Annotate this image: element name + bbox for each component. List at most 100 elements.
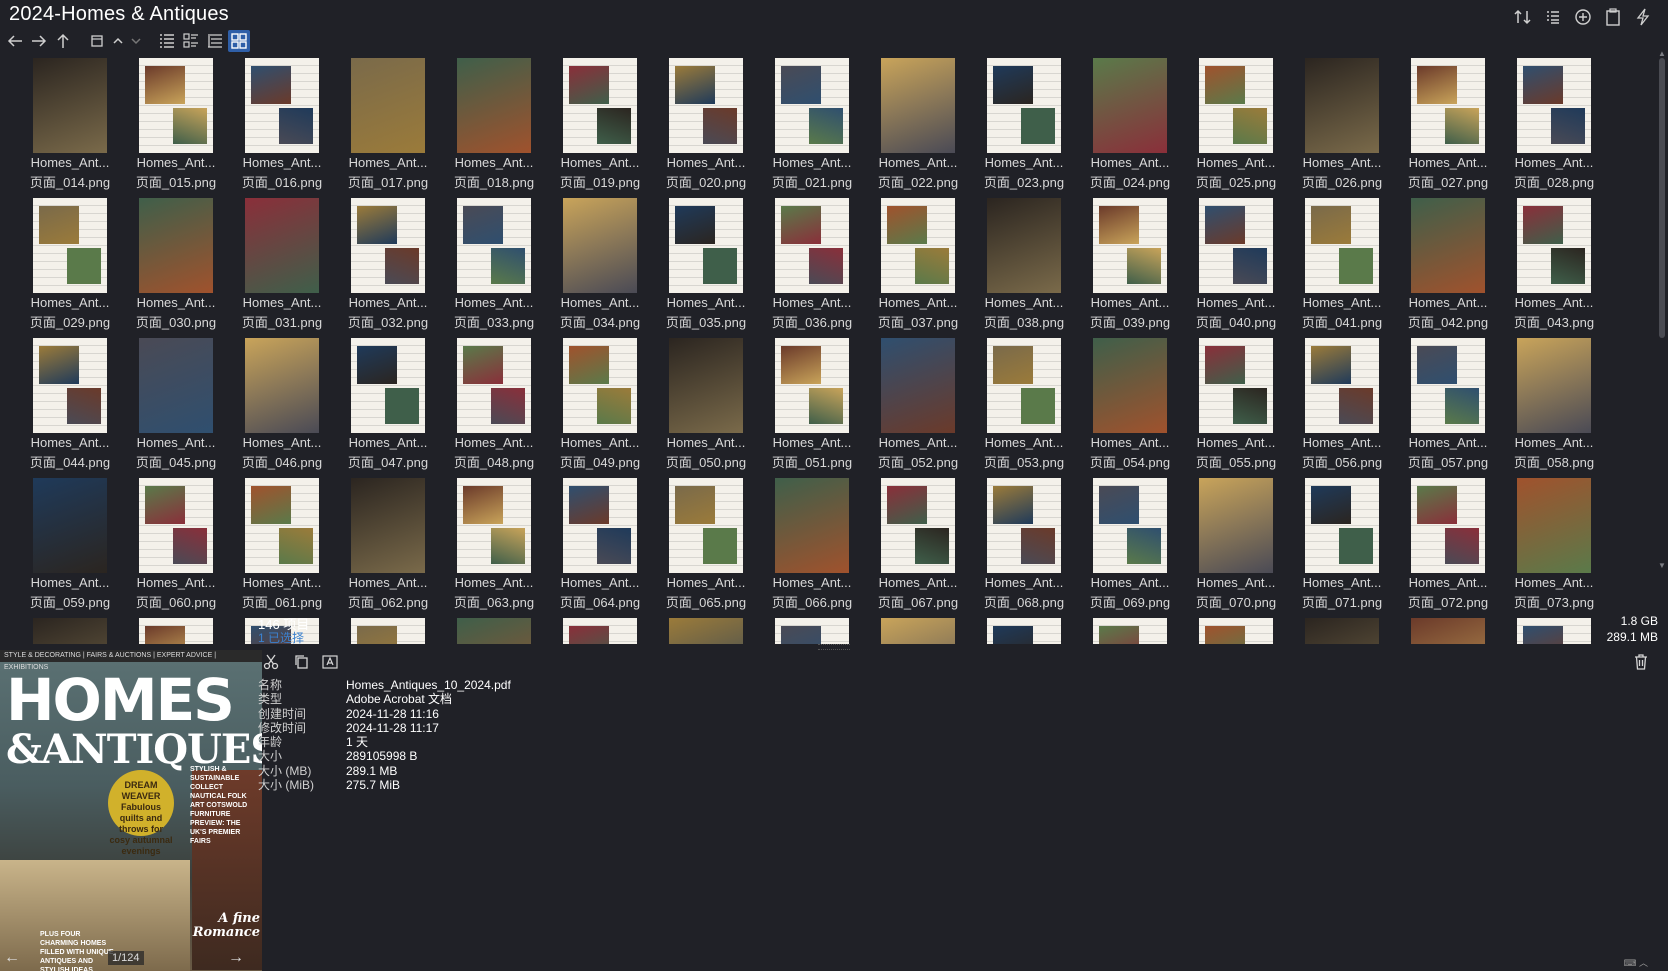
thumbnail-item[interactable]: Homes_Ant... 页面_064.png bbox=[547, 478, 653, 618]
thumbnail-item[interactable]: Homes_Ant... 页面_073.png bbox=[1501, 478, 1607, 618]
thumbnail-item[interactable]: Homes_Ant... 页面_036.png bbox=[759, 198, 865, 338]
thumbnail-item[interactable]: Homes_Ant... 页面_043.png bbox=[1501, 198, 1607, 338]
thumbnail-item[interactable]: Homes_Ant... 页面_060.png bbox=[123, 478, 229, 618]
thumbnail-filename: 页面_026.png bbox=[1301, 175, 1383, 190]
tree-view-icon[interactable] bbox=[204, 30, 226, 52]
thumbnail-item[interactable]: Homes_Ant... 页面_044.png bbox=[17, 338, 123, 478]
clipboard-icon[interactable] bbox=[1602, 6, 1624, 28]
property-label: 大小 (MiB) bbox=[258, 778, 314, 793]
thumbnail-item[interactable]: Homes_Ant... 页面_037.png bbox=[865, 198, 971, 338]
copy-icon[interactable] bbox=[290, 652, 312, 672]
sort-icon[interactable] bbox=[1512, 6, 1534, 28]
thumbnail-item[interactable]: Homes_Ant... 页面_028.png bbox=[1501, 58, 1607, 198]
scroll-up-icon[interactable]: ▲ bbox=[1658, 50, 1666, 58]
thumbnail-name: Homes_Ant... bbox=[30, 295, 110, 310]
chevron-up-icon[interactable] bbox=[110, 30, 126, 52]
thumbnail-item[interactable]: Homes_Ant... 页面_066.png bbox=[759, 478, 865, 618]
thumbnail-item[interactable]: Homes_Ant... 页面_035.png bbox=[653, 198, 759, 338]
selected-count[interactable]: 1 已选择 bbox=[258, 629, 304, 646]
thumbnail-item[interactable]: Homes_Ant... 页面_059.png bbox=[17, 478, 123, 618]
preview-next-button[interactable]: → bbox=[226, 948, 246, 968]
preview-prev-button[interactable]: ← bbox=[2, 948, 22, 968]
delete-icon[interactable] bbox=[1630, 652, 1652, 672]
thumbnail-item[interactable]: Homes_Ant... 页面_039.png bbox=[1077, 198, 1183, 338]
thumbnail-item[interactable]: Homes_Ant... 页面_025.png bbox=[1183, 58, 1289, 198]
scrollbar-thumb[interactable] bbox=[1659, 58, 1665, 338]
thumbnail-item[interactable]: Homes_Ant... 页面_051.png bbox=[759, 338, 865, 478]
thumbnail-item[interactable]: Homes_Ant... 页面_063.png bbox=[441, 478, 547, 618]
view-list-icon[interactable] bbox=[1542, 6, 1564, 28]
cut-icon[interactable] bbox=[260, 652, 282, 672]
property-value: 275.7 MiB bbox=[346, 778, 401, 793]
thumbnail-item[interactable]: Homes_Ant... 页面_041.png bbox=[1289, 198, 1395, 338]
thumbnail-item[interactable]: Homes_Ant... 页面_048.png bbox=[441, 338, 547, 478]
thumbnail-item[interactable]: Homes_Ant... 页面_016.png bbox=[229, 58, 335, 198]
thumbnails-view-icon[interactable] bbox=[228, 30, 250, 52]
thumbnail-item[interactable]: Homes_Ant... 页面_069.png bbox=[1077, 478, 1183, 618]
thumbnail-item[interactable]: Homes_Ant... 页面_065.png bbox=[653, 478, 759, 618]
thumbnail-item[interactable]: Homes_Ant... 页面_031.png bbox=[229, 198, 335, 338]
thumbnail-item[interactable]: Homes_Ant... 页面_019.png bbox=[547, 58, 653, 198]
thumbnail-item[interactable]: Homes_Ant... 页面_058.png bbox=[1501, 338, 1607, 478]
thumbnail-item[interactable]: Homes_Ant... 页面_038.png bbox=[971, 198, 1077, 338]
thumbnail-item[interactable]: Homes_Ant... 页面_015.png bbox=[123, 58, 229, 198]
thumbnail-item[interactable]: Homes_Ant... 页面_070.png bbox=[1183, 478, 1289, 618]
thumbnail-filename: 页面_041.png bbox=[1301, 315, 1383, 330]
lightning-icon[interactable] bbox=[1632, 6, 1654, 28]
forward-icon[interactable] bbox=[28, 30, 50, 52]
thumbnail-item[interactable]: Homes_Ant... 页面_061.png bbox=[229, 478, 335, 618]
thumbnail-item[interactable]: Homes_Ant... 页面_047.png bbox=[335, 338, 441, 478]
rename-icon[interactable] bbox=[320, 652, 342, 672]
thumbnail-item[interactable]: Homes_Ant... 页面_029.png bbox=[17, 198, 123, 338]
thumbnail-item[interactable]: Homes_Ant... 页面_054.png bbox=[1077, 338, 1183, 478]
thumbnail-item[interactable]: Homes_Ant... 页面_050.png bbox=[653, 338, 759, 478]
thumbnail-item[interactable]: Homes_Ant... 页面_033.png bbox=[441, 198, 547, 338]
chevron-down-icon[interactable] bbox=[128, 30, 144, 52]
thumbnail-item[interactable]: Homes_Ant... 页面_071.png bbox=[1289, 478, 1395, 618]
scroll-down-icon[interactable]: ▼ bbox=[1658, 562, 1666, 570]
thumbnail-item[interactable]: Homes_Ant... 页面_021.png bbox=[759, 58, 865, 198]
thumbnail-item[interactable]: Homes_Ant... 页面_055.png bbox=[1183, 338, 1289, 478]
details-view-icon[interactable] bbox=[156, 30, 178, 52]
thumbnail-item[interactable] bbox=[17, 618, 123, 644]
add-icon[interactable] bbox=[1572, 6, 1594, 28]
thumbnail-item[interactable]: Homes_Ant... 页面_026.png bbox=[1289, 58, 1395, 198]
thumbnail-item[interactable]: Homes_Ant... 页面_062.png bbox=[335, 478, 441, 618]
thumbnail-item[interactable]: Homes_Ant... 页面_034.png bbox=[547, 198, 653, 338]
cover-badge: DREAM WEAVER Fabulous quilts and throws … bbox=[108, 770, 174, 856]
thumbnail-item[interactable]: Homes_Ant... 页面_022.png bbox=[865, 58, 971, 198]
thumbnail-item[interactable]: Homes_Ant... 页面_049.png bbox=[547, 338, 653, 478]
thumbnail-filename: 页面_070.png bbox=[1195, 595, 1277, 610]
thumbnail-item[interactable]: Homes_Ant... 页面_067.png bbox=[865, 478, 971, 618]
thumbnail-item[interactable]: Homes_Ant... 页面_030.png bbox=[123, 198, 229, 338]
vertical-scrollbar[interactable]: ▲ ▼ bbox=[1658, 50, 1666, 610]
thumbnail-item[interactable]: Homes_Ant... 页面_023.png bbox=[971, 58, 1077, 198]
thumbnail-item[interactable]: Homes_Ant... 页面_014.png bbox=[17, 58, 123, 198]
thumbnail-image bbox=[775, 338, 849, 433]
folder-icon[interactable] bbox=[86, 30, 108, 52]
thumbnail-item[interactable]: Homes_Ant... 页面_024.png bbox=[1077, 58, 1183, 198]
thumbnail-item[interactable]: Homes_Ant... 页面_040.png bbox=[1183, 198, 1289, 338]
thumbnail-item[interactable]: Homes_Ant... 页面_053.png bbox=[971, 338, 1077, 478]
thumbnail-item[interactable]: Homes_Ant... 页面_020.png bbox=[653, 58, 759, 198]
thumbnail-item[interactable]: Homes_Ant... 页面_057.png bbox=[1395, 338, 1501, 478]
thumbnail-filename: 页面_057.png bbox=[1407, 455, 1489, 470]
thumbnail-item[interactable]: Homes_Ant... 页面_017.png bbox=[335, 58, 441, 198]
thumbnail-item[interactable]: Homes_Ant... 页面_027.png bbox=[1395, 58, 1501, 198]
thumbnail-item[interactable]: Homes_Ant... 页面_042.png bbox=[1395, 198, 1501, 338]
thumbnail-item[interactable]: Homes_Ant... 页面_056.png bbox=[1289, 338, 1395, 478]
thumbnail-item[interactable]: Homes_Ant... 页面_046.png bbox=[229, 338, 335, 478]
thumbnail-item[interactable]: Homes_Ant... 页面_032.png bbox=[335, 198, 441, 338]
tiles-view-icon[interactable] bbox=[180, 30, 202, 52]
thumbnail-item[interactable] bbox=[123, 618, 229, 644]
thumbnail-item[interactable]: Homes_Ant... 页面_072.png bbox=[1395, 478, 1501, 618]
thumbnail-filename: 页面_024.png bbox=[1089, 175, 1171, 190]
thumbnail-item[interactable]: Homes_Ant... 页面_068.png bbox=[971, 478, 1077, 618]
thumbnail-item[interactable]: Homes_Ant... 页面_045.png bbox=[123, 338, 229, 478]
thumbnail-item[interactable]: Homes_Ant... 页面_018.png bbox=[441, 58, 547, 198]
back-icon[interactable] bbox=[4, 30, 26, 52]
property-value: 1 天 bbox=[346, 735, 369, 750]
thumbnail-image bbox=[33, 198, 107, 293]
thumbnail-item[interactable]: Homes_Ant... 页面_052.png bbox=[865, 338, 971, 478]
up-icon[interactable] bbox=[52, 30, 74, 52]
